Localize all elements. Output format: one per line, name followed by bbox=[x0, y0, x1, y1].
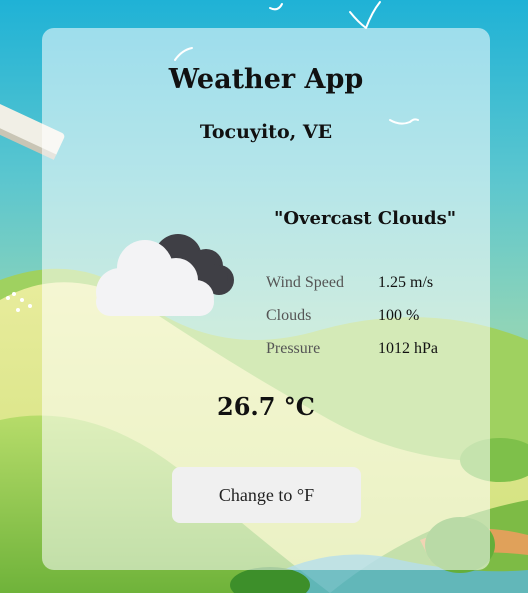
stat-row-pressure: Pressure 1012 hPa bbox=[266, 332, 438, 365]
stat-label: Wind Speed bbox=[266, 273, 345, 291]
toggle-unit-button[interactable]: Change to °F bbox=[172, 467, 361, 523]
stat-value: 1.25 m/s bbox=[378, 273, 434, 291]
stat-label: Pressure bbox=[266, 339, 321, 357]
stat-value: 100 % bbox=[378, 306, 420, 324]
stat-row-wind: Wind Speed 1.25 m/s bbox=[266, 266, 438, 299]
stat-row-clouds: Clouds 100 % bbox=[266, 299, 438, 332]
overcast-clouds-icon bbox=[96, 234, 234, 316]
weather-card: Weather App Tocuyito, VE "Overcast Cloud… bbox=[42, 28, 490, 570]
temperature-readout: 26.7 °C bbox=[217, 392, 315, 421]
weather-description: "Overcast Clouds" bbox=[274, 208, 457, 229]
app-title: Weather App bbox=[168, 64, 364, 95]
stat-value: 1012 hPa bbox=[378, 339, 438, 357]
stat-label: Clouds bbox=[266, 306, 312, 324]
weather-stats: Wind Speed 1.25 m/s Clouds 100 % Pressur… bbox=[266, 266, 438, 365]
location-label: Tocuyito, VE bbox=[199, 121, 333, 143]
